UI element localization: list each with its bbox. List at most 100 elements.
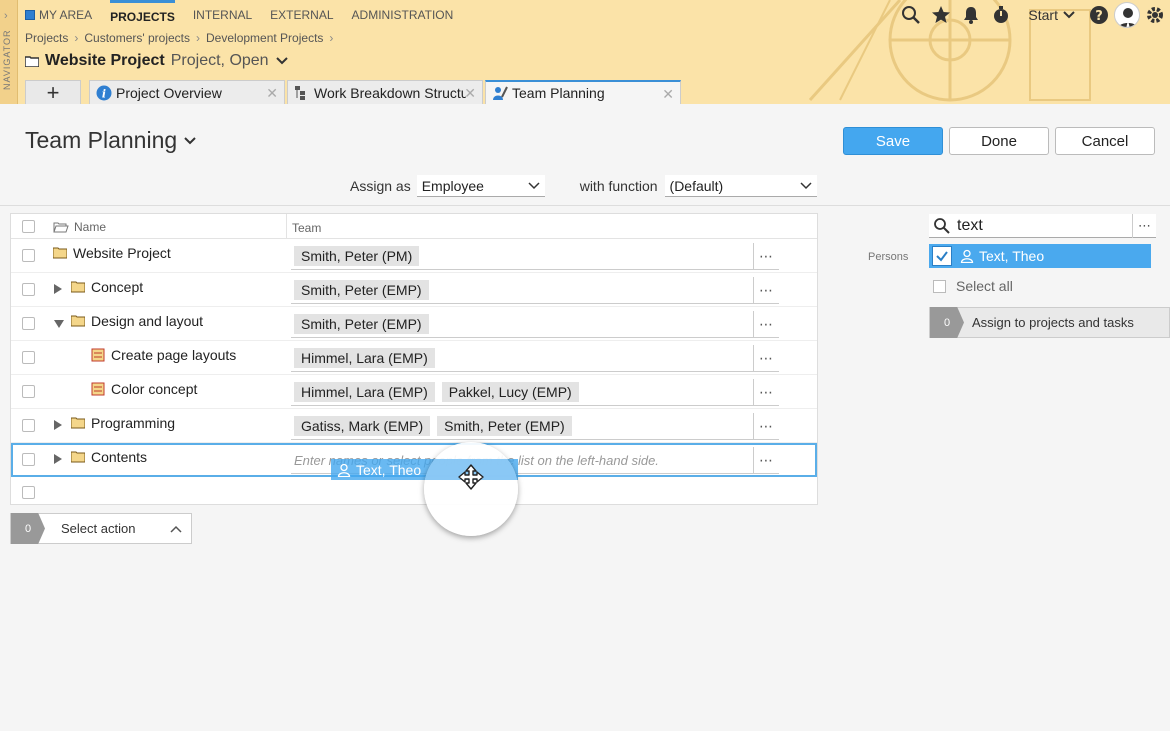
close-icon[interactable]: ✕	[464, 85, 476, 102]
collapse-arrow-icon[interactable]	[54, 320, 64, 328]
row-checkbox[interactable]	[22, 249, 35, 262]
assign-to-projects-bar[interactable]: 0 Assign to projects and tasks	[929, 307, 1170, 338]
team-field[interactable]: Himmel, Lara (EMP) Pakkel, Lucy (EMP)	[291, 379, 753, 406]
row-checkbox[interactable]	[22, 486, 35, 499]
team-member-chip[interactable]: Smith, Peter (EMP)	[294, 280, 429, 300]
team-field[interactable]: Smith, Peter (EMP)	[291, 277, 753, 304]
folder-icon	[71, 315, 85, 327]
person-list-item[interactable]: Text, Theo	[929, 244, 1151, 268]
start-menu[interactable]: Start	[1028, 7, 1076, 23]
cancel-button[interactable]: Cancel	[1055, 127, 1155, 155]
breadcrumb-customers-projects[interactable]: Customers' projects	[84, 31, 190, 45]
stopwatch-icon[interactable]	[986, 0, 1016, 30]
more-options-button[interactable]: ⋯	[753, 277, 779, 304]
row-checkbox[interactable]	[22, 385, 35, 398]
team-member-chip[interactable]: Pakkel, Lucy (EMP)	[441, 382, 579, 402]
column-separator	[286, 214, 287, 239]
select-all-checkbox[interactable]	[22, 220, 35, 233]
tab-work-breakdown[interactable]: Work Breakdown Structure ✕	[287, 80, 483, 104]
done-button[interactable]: Done	[949, 127, 1049, 155]
team-icon	[493, 86, 508, 100]
nav-my-area[interactable]: MY AREA	[25, 0, 92, 30]
row-checkbox[interactable]	[22, 317, 35, 330]
more-options-button[interactable]: ⋯	[753, 447, 779, 474]
more-options-button[interactable]: ⋯	[753, 379, 779, 406]
project-title[interactable]: Website Project Project, Open	[25, 52, 289, 70]
user-avatar[interactable]	[1114, 2, 1140, 28]
nav-administration[interactable]: ADMINISTRATION	[352, 0, 454, 30]
row-checkbox[interactable]	[22, 419, 35, 432]
page-title[interactable]: Team Planning	[25, 127, 197, 154]
row-name: Programming	[71, 415, 175, 431]
app-header: › NAVIGATOR MY AREA PROJECTS INTERNAL EX…	[0, 0, 1170, 104]
select-action-bar[interactable]: 0 Select action	[10, 513, 192, 544]
more-options-button[interactable]: ⋯	[753, 311, 779, 338]
gear-icon[interactable]	[1140, 0, 1170, 30]
navigator-toggle[interactable]: › NAVIGATOR	[0, 0, 18, 104]
team-member-chip[interactable]: Smith, Peter (PM)	[294, 246, 420, 266]
team-field[interactable]: Smith, Peter (EMP)	[291, 311, 753, 338]
table-row[interactable]: Programming Gatiss, Mark (EMP) Smith, Pe…	[11, 409, 817, 443]
row-checkbox[interactable]	[22, 453, 35, 466]
row-checkbox[interactable]	[22, 351, 35, 364]
team-member-chip[interactable]: Gatiss, Mark (EMP)	[294, 416, 431, 436]
help-icon[interactable]: ?	[1084, 0, 1114, 30]
expand-arrow-icon[interactable]	[54, 284, 62, 294]
person-search-field[interactable]: text ⋯	[929, 214, 1156, 238]
team-member-chip[interactable]: Himmel, Lara (EMP)	[294, 348, 435, 368]
chevron-down-icon	[1063, 11, 1075, 19]
column-name[interactable]: Name	[53, 220, 106, 234]
assign-as-label: Assign as	[350, 178, 411, 194]
row-checkbox[interactable]	[22, 283, 35, 296]
nav-projects[interactable]: PROJECTS	[110, 0, 175, 30]
task-icon	[91, 382, 105, 396]
table-row[interactable]: Concept Smith, Peter (EMP) ⋯	[11, 273, 817, 307]
section-divider	[0, 205, 1170, 206]
table-row[interactable]: Website Project Smith, Peter (PM) ⋯	[11, 239, 817, 273]
column-team[interactable]: Team	[292, 221, 321, 235]
table-row[interactable]: Color concept Himmel, Lara (EMP) Pakkel,…	[11, 375, 817, 409]
more-options-button[interactable]: ⋯	[753, 345, 779, 372]
nav-external[interactable]: EXTERNAL	[270, 0, 333, 30]
team-field[interactable]: Himmel, Lara (EMP)	[291, 345, 753, 372]
team-field[interactable]: Gatiss, Mark (EMP) Smith, Peter (EMP)	[291, 413, 753, 440]
select-all-persons[interactable]: Select all	[933, 278, 1013, 294]
assign-as-select[interactable]: Employee	[416, 175, 545, 197]
cursor-magnifier	[424, 442, 518, 536]
nav-internal[interactable]: INTERNAL	[193, 0, 252, 30]
more-options-button[interactable]: ⋯	[753, 413, 779, 440]
table-row[interactable]: Create page layouts Himmel, Lara (EMP) ⋯	[11, 341, 817, 375]
star-icon[interactable]	[926, 0, 956, 30]
expand-arrow-icon[interactable]	[54, 420, 62, 430]
add-tab-button[interactable]: +	[25, 80, 81, 104]
team-member-chip[interactable]: Himmel, Lara (EMP)	[294, 382, 435, 402]
table-row[interactable]: Design and layout Smith, Peter (EMP) ⋯	[11, 307, 817, 341]
tab-bar: + i Project Overview ✕ Work Breakdown St…	[25, 80, 683, 104]
team-field[interactable]: Smith, Peter (PM)	[291, 243, 753, 270]
tab-project-overview[interactable]: i Project Overview ✕	[89, 80, 285, 104]
team-member-chip[interactable]: Smith, Peter (EMP)	[294, 314, 429, 334]
search-options-button[interactable]: ⋯	[1132, 214, 1156, 238]
tab-team-planning[interactable]: Team Planning ✕	[485, 80, 681, 104]
persons-section-label: Persons	[868, 251, 909, 263]
close-icon[interactable]: ✕	[266, 85, 278, 102]
breadcrumb: Projects › Customers' projects › Develop…	[25, 31, 339, 45]
expand-arrow-icon[interactable]	[54, 454, 62, 464]
svg-text:?: ?	[1095, 9, 1103, 24]
dashboard-icon	[25, 10, 35, 20]
select-all-checkbox[interactable]	[933, 279, 946, 293]
close-icon[interactable]: ✕	[662, 86, 674, 103]
save-button[interactable]: Save	[843, 127, 943, 155]
assign-label: Assign to projects and tasks	[972, 315, 1134, 330]
team-member-chip[interactable]: Smith, Peter (EMP)	[437, 416, 572, 436]
more-options-button[interactable]: ⋯	[753, 243, 779, 270]
search-value: text	[957, 216, 983, 234]
empty-row	[11, 479, 817, 505]
breadcrumb-projects[interactable]: Projects	[25, 31, 68, 45]
person-checkbox[interactable]	[932, 246, 952, 266]
search-icon[interactable]	[896, 0, 926, 30]
with-function-select[interactable]: (Default)	[664, 175, 817, 197]
bell-icon[interactable]	[956, 0, 986, 30]
folder-icon	[25, 56, 39, 67]
breadcrumb-development-projects[interactable]: Development Projects	[206, 31, 323, 45]
